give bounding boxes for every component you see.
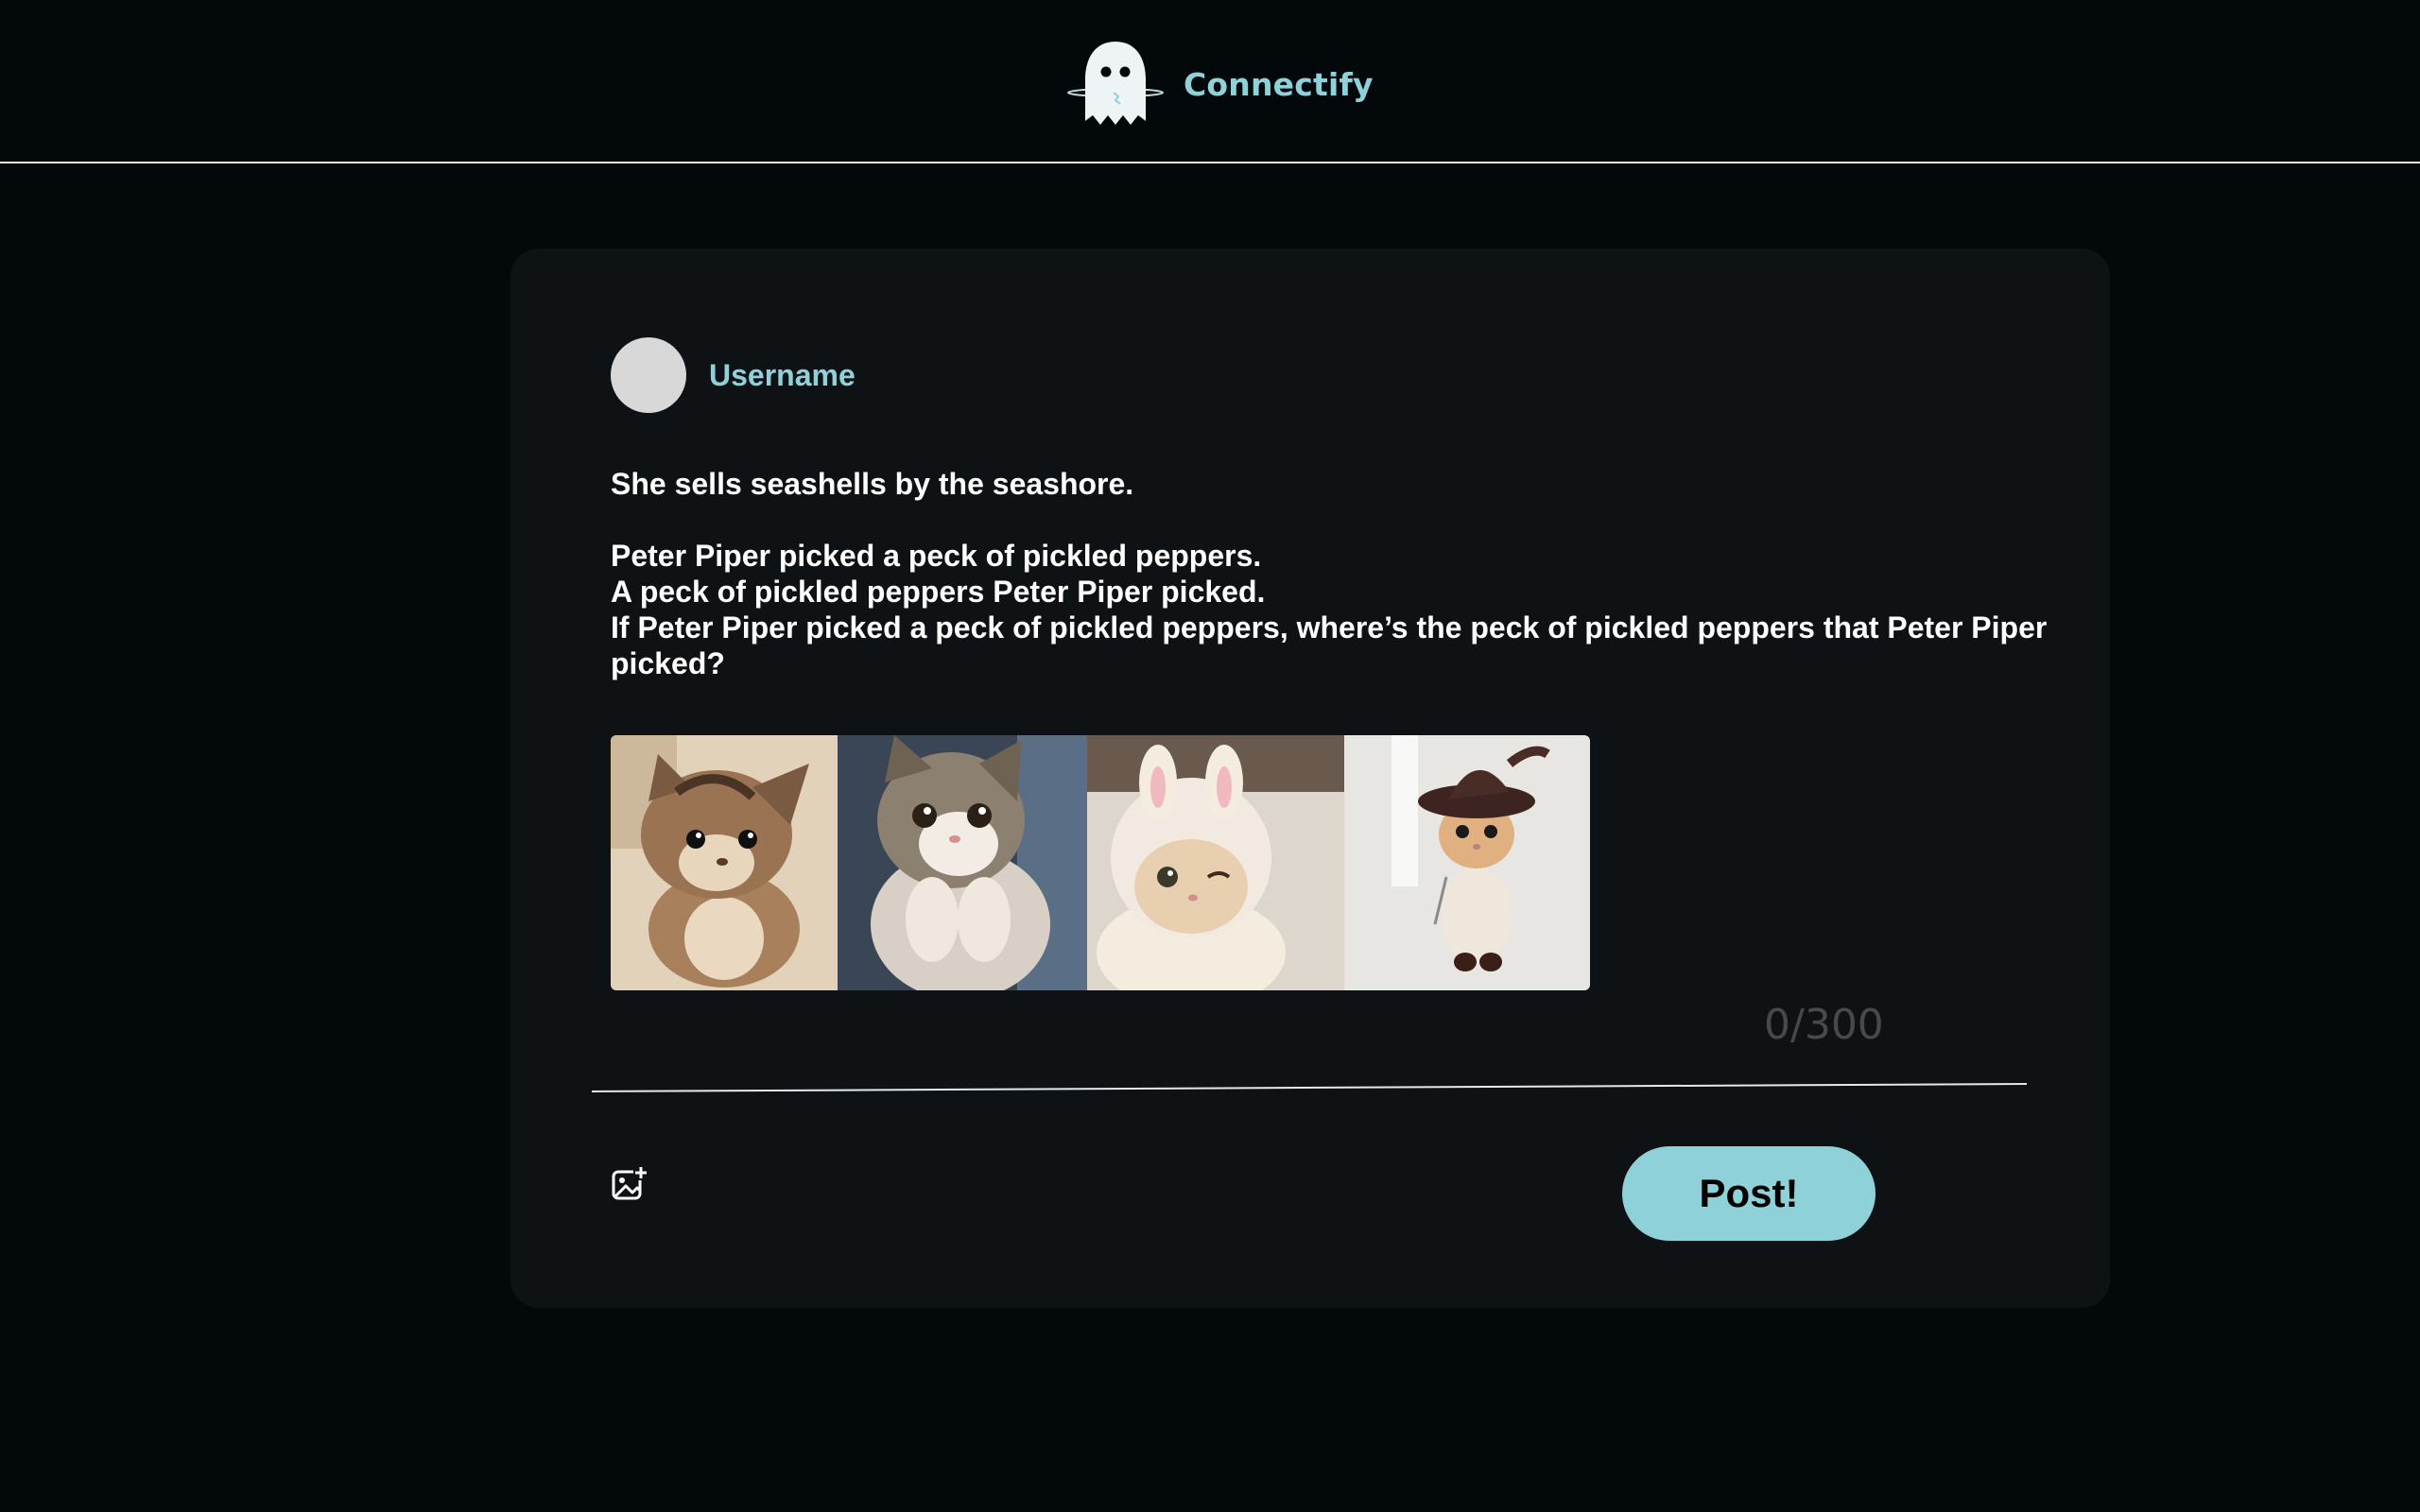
brand-name: Connectify	[1184, 65, 1374, 103]
kitten-photo-icon	[838, 735, 1087, 990]
app-header: Connectify	[0, 0, 2420, 163]
post-text-line: If Peter Piper picked a peck of pickled …	[611, 610, 2048, 680]
add-image-icon[interactable]	[611, 1165, 648, 1203]
post-text-line: She sells seashells by the seashore.	[611, 467, 1134, 501]
attached-images	[611, 735, 1590, 990]
post-composer-card: Username She sells seashells by the seas…	[510, 249, 2110, 1308]
post-author: Username	[611, 337, 856, 413]
kitten-photo-icon	[1087, 735, 1344, 990]
post-text[interactable]: She sells seashells by the seashore. Pet…	[611, 466, 2048, 681]
kitten-photo-icon	[611, 735, 838, 990]
post-text-blank-line	[611, 502, 2048, 538]
post-text-line: A peck of pickled peppers Peter Piper pi…	[611, 575, 1266, 609]
attached-image-3[interactable]	[1087, 735, 1344, 990]
divider	[592, 1083, 2027, 1092]
post-text-line: Peter Piper picked a peck of pickled pep…	[611, 539, 1262, 573]
kitten-photo-icon	[1344, 735, 1590, 990]
avatar[interactable]	[611, 337, 686, 413]
post-button[interactable]: Post!	[1622, 1146, 1876, 1241]
brand[interactable]: Connectify	[1066, 38, 1374, 130]
attached-image-1[interactable]	[611, 735, 838, 990]
ghost-icon	[1067, 42, 1164, 125]
username[interactable]: Username	[709, 358, 856, 393]
attached-image-4[interactable]	[1344, 735, 1590, 990]
character-counter: 0/300	[1764, 1001, 1884, 1049]
attached-image-2[interactable]	[838, 735, 1087, 990]
